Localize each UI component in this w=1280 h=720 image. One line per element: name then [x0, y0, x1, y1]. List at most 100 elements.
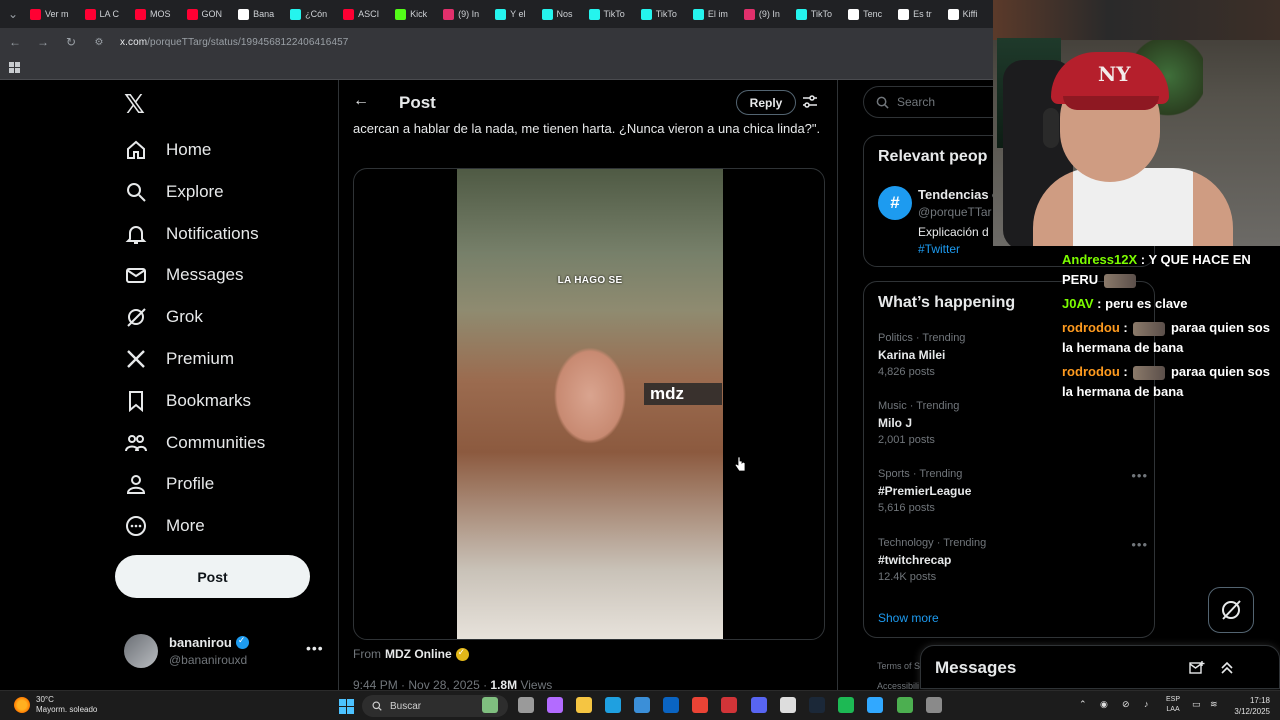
trend-item[interactable]: Music · Trending Milo J 2,001 posts: [878, 400, 1148, 446]
settings-sliders-icon[interactable]: [802, 94, 818, 110]
nav-item-bookmarks[interactable]: Bookmarks: [124, 385, 251, 417]
browser-tab[interactable]: LA C: [79, 3, 126, 25]
relevant-person-hashtag[interactable]: #Twitter: [918, 242, 960, 256]
tray-chevron-icon[interactable]: ⌃: [1079, 699, 1087, 710]
browser-tab[interactable]: GON: [181, 3, 229, 25]
browser-tab[interactable]: Bana: [232, 3, 280, 25]
expand-up-icon[interactable]: [1219, 660, 1235, 676]
nav-item-profile[interactable]: Profile: [124, 468, 214, 500]
browser-tab[interactable]: TikTo: [635, 3, 683, 25]
browser-tab[interactable]: Y el: [489, 3, 531, 25]
tab-label: TikTo: [655, 9, 677, 19]
edge-icon[interactable]: [605, 697, 621, 713]
relevant-person-name[interactable]: Tendencias e: [918, 187, 999, 202]
nav-item-grok[interactable]: Grok: [124, 301, 203, 333]
weather-widget[interactable]: 30°C Mayorm. soleado: [14, 695, 97, 715]
nav-item-premium[interactable]: Premium: [124, 343, 234, 375]
new-message-icon[interactable]: [1189, 660, 1205, 676]
terms-link[interactable]: Terms of S: [877, 656, 920, 676]
outlook-icon[interactable]: [663, 697, 679, 713]
photoshop-icon[interactable]: [867, 697, 883, 713]
app-icon[interactable]: [780, 697, 796, 713]
copilot-icon[interactable]: [547, 697, 563, 713]
post-button[interactable]: Post: [115, 555, 310, 598]
tab-favicon-icon: [692, 8, 704, 20]
nav-item-notifications[interactable]: Notifications: [124, 218, 259, 250]
nav-item-messages[interactable]: Messages: [124, 259, 243, 291]
browser-tab[interactable]: El im: [687, 3, 734, 25]
chat-username[interactable]: rodrodou: [1062, 320, 1120, 335]
store-icon[interactable]: [634, 697, 650, 713]
sun-icon: [14, 697, 30, 713]
hashtag-avatar-icon[interactable]: #: [878, 186, 912, 220]
chat-username[interactable]: J0AV: [1062, 296, 1094, 311]
source-link[interactable]: MDZ Online: [385, 647, 452, 661]
trend-more-icon[interactable]: •••: [1131, 537, 1148, 552]
task-view-icon[interactable]: [518, 697, 534, 713]
tray-vpn-icon[interactable]: ⊘: [1122, 699, 1130, 710]
discord-icon[interactable]: [751, 697, 767, 713]
chat-username[interactable]: rodrodou: [1062, 364, 1120, 379]
browser-tab[interactable]: Es tr: [892, 3, 938, 25]
nav-item-explore[interactable]: Explore: [124, 176, 224, 208]
obs-icon[interactable]: [926, 697, 942, 713]
post-media[interactable]: LA HAGO SE mdz: [353, 168, 825, 640]
spotify-icon[interactable]: [838, 697, 854, 713]
tab-search-chevron-icon[interactable]: ⌄: [6, 7, 20, 21]
trend-item[interactable]: Technology · Trending #twitchrecap 12.4K p…: [878, 537, 1148, 583]
browser-tab[interactable]: Kiffi: [942, 3, 984, 25]
tab-label: ASCI: [358, 9, 380, 19]
site-info-icon[interactable]: ⚙: [92, 37, 106, 48]
steam-icon[interactable]: [809, 697, 825, 713]
language-indicator[interactable]: ESP LAA: [1166, 695, 1180, 715]
capture-icon[interactable]: [721, 697, 737, 713]
windows-start-icon[interactable]: [339, 699, 354, 714]
back-icon[interactable]: ←: [8, 35, 22, 49]
browser-tab[interactable]: Tenc: [842, 3, 888, 25]
nav-item-more[interactable]: More: [124, 510, 205, 542]
file-explorer-icon[interactable]: [576, 697, 592, 713]
grok-floating-button[interactable]: [1208, 587, 1254, 633]
trend-more-icon[interactable]: •••: [1131, 468, 1148, 483]
browser-tab[interactable]: ASCI: [337, 3, 385, 25]
tab-label: Bana: [253, 9, 275, 19]
more-horizontal-icon[interactable]: •••: [306, 640, 324, 656]
browser-tab[interactable]: ¿Cón: [284, 3, 333, 25]
tab-favicon-icon: [443, 8, 455, 20]
cap-logo: NY: [1098, 62, 1131, 86]
app-green-icon[interactable]: [897, 697, 913, 713]
apps-grid-icon[interactable]: [9, 62, 20, 73]
tray-network-icon[interactable]: ◉: [1100, 699, 1108, 710]
nav-item-home[interactable]: Home: [124, 134, 211, 166]
widgets-icon[interactable]: [482, 697, 498, 713]
nav-item-communities[interactable]: Communities: [124, 427, 265, 459]
reload-icon[interactable]: ↻: [64, 35, 78, 49]
trend-item[interactable]: Sports · Trending #PremierLeague 5,616 pos…: [878, 468, 1148, 514]
browser-tab[interactable]: TikTo: [583, 3, 631, 25]
messages-drawer[interactable]: Messages: [920, 645, 1280, 689]
tab-label: Ver m: [45, 9, 69, 19]
tray-mic-icon[interactable]: ♪: [1144, 699, 1149, 709]
back-arrow-icon[interactable]: ←: [353, 92, 369, 110]
browser-tab[interactable]: Nos: [536, 3, 579, 25]
video-player[interactable]: LA HAGO SE mdz: [457, 169, 723, 639]
chat-username[interactable]: Andress12X: [1062, 252, 1137, 267]
address-bar[interactable]: x.com/porqueTTarg/status/199456812240641…: [120, 37, 348, 48]
tray-wifi-icon[interactable]: ≋: [1210, 699, 1218, 710]
forward-icon[interactable]: →: [36, 35, 50, 49]
weather-desc: Mayorm. soleado: [36, 705, 98, 714]
browser-tab[interactable]: (9) In: [738, 3, 786, 25]
browser-tab[interactable]: Kick: [389, 3, 433, 25]
browser-tab[interactable]: Ver m: [24, 3, 75, 25]
account-switcher[interactable]: bananirou @bananirouxd •••: [124, 632, 324, 672]
browser-tab[interactable]: MOS: [129, 3, 177, 25]
chrome-icon[interactable]: [692, 697, 708, 713]
tray-display-icon[interactable]: ▭: [1192, 699, 1201, 710]
taskbar-clock[interactable]: 17:18 3/12/2025: [1228, 695, 1270, 717]
x-logo-icon[interactable]: 𝕏: [124, 90, 152, 118]
reply-button[interactable]: Reply: [736, 90, 796, 115]
browser-tab[interactable]: TikTo: [790, 3, 838, 25]
show-more-link[interactable]: Show more: [878, 611, 939, 625]
browser-tab[interactable]: (9) In: [437, 3, 485, 25]
tab-favicon-icon: [395, 8, 407, 20]
